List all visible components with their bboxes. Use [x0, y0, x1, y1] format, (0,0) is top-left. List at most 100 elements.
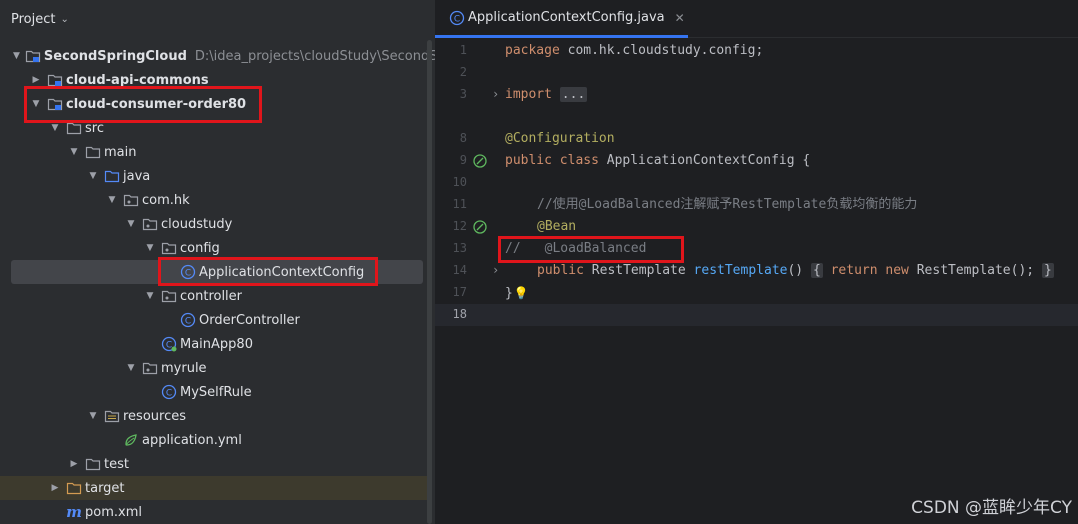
expand-arrow-icon[interactable]: ▼: [125, 363, 137, 373]
svg-text:C: C: [454, 14, 460, 24]
tree-item-label: cloudstudy: [161, 216, 233, 232]
watermark: CSDN @蓝眸少年CY: [911, 498, 1072, 518]
project-scrollbar[interactable]: [427, 40, 432, 524]
tree-item-pom-xml[interactable]: ▶ m pom.xml: [0, 500, 427, 524]
tab-applicationcontextconfig[interactable]: C ApplicationContextConfig.java ✕: [435, 0, 688, 38]
close-icon[interactable]: ✕: [675, 11, 685, 25]
tree-item-resources[interactable]: ▼ resources: [0, 404, 427, 428]
expand-arrow-icon[interactable]: ▶: [49, 483, 61, 493]
highlight-box-config-class: [158, 257, 378, 286]
code-line-12[interactable]: @Bean: [505, 216, 576, 238]
tree-item-target[interactable]: ▶ target: [0, 476, 427, 500]
tree-item-mainapp80[interactable]: ▶ C MainApp80: [0, 332, 427, 356]
gutter-line: 9: [435, 150, 500, 172]
tree-item-controller[interactable]: ▼ controller: [0, 284, 427, 308]
resources-folder-icon: [104, 408, 120, 424]
tree-item-label: config: [180, 240, 220, 256]
maven-icon: m: [66, 503, 82, 521]
project-path: D:\idea_projects\cloudStudy\SecondSpri: [194, 48, 435, 64]
tree-item-label: main: [104, 144, 137, 160]
expand-arrow-icon[interactable]: ▼: [87, 411, 99, 421]
expand-arrow-icon[interactable]: ▼: [144, 291, 156, 301]
class-icon: C: [161, 384, 177, 400]
code-line-9[interactable]: public class ApplicationContextConfig {: [505, 150, 810, 172]
module-folder-icon: [25, 48, 41, 64]
svg-text:C: C: [166, 341, 172, 351]
gutter-line: 18: [452, 307, 467, 321]
tree-item-secondspringcloud[interactable]: ▼ SecondSpringCloud D:\idea_projects\clo…: [0, 44, 435, 68]
expand-arrow-icon[interactable]: ▼: [13, 51, 20, 61]
tree-item-label: target: [85, 480, 125, 496]
tree-item-label: pom.xml: [85, 504, 142, 520]
class-icon: C: [180, 312, 196, 328]
fold-arrow-icon[interactable]: ›: [492, 87, 499, 101]
code-line-11[interactable]: //使用@LoadBalanced注解赋予RestTemplate负载均衡的能力: [505, 194, 917, 216]
editor-tab-bar: C ApplicationContextConfig.java ✕: [435, 0, 1078, 38]
expand-arrow-icon[interactable]: ▼: [68, 147, 80, 157]
package-icon: [142, 360, 158, 376]
spring-boot-class-icon: C: [161, 336, 177, 352]
gutter-line: 13: [452, 241, 467, 255]
tree-item-cloudstudy[interactable]: ▼ cloudstudy: [0, 212, 427, 236]
svg-text:C: C: [166, 389, 172, 399]
package-icon: [161, 240, 177, 256]
tree-item-java[interactable]: ▼ java: [0, 164, 427, 188]
tree-item-label: com.hk: [142, 192, 190, 208]
expand-arrow-icon[interactable]: ▼: [106, 195, 118, 205]
tree-item-label: MySelfRule: [180, 384, 252, 400]
expand-arrow-icon[interactable]: ▶: [68, 459, 80, 469]
package-icon: [123, 192, 139, 208]
tree-item-ordercontroller[interactable]: ▶ C OrderController: [0, 308, 427, 332]
excluded-folder-icon: [66, 480, 82, 496]
project-panel-header[interactable]: Project ⌄: [11, 9, 69, 29]
package-icon: [142, 216, 158, 232]
tree-item-label: OrderController: [199, 312, 300, 328]
gutter-line: 2: [459, 65, 467, 79]
highlight-box-module: [24, 86, 262, 123]
code-line-3[interactable]: import ...: [505, 84, 588, 106]
project-panel-title: Project: [11, 11, 56, 27]
chevron-down-icon[interactable]: ⌄: [60, 14, 68, 25]
code-line-1[interactable]: package com.hk.cloudstudy.config;: [505, 40, 763, 62]
class-icon: C: [449, 10, 465, 26]
tree-item-myselfrule[interactable]: ▶ C MySelfRule: [0, 380, 427, 404]
spring-bean-gutter-icon[interactable]: [472, 153, 488, 172]
folded-imports[interactable]: ...: [559, 87, 588, 102]
tree-item-main[interactable]: ▼ main: [0, 140, 427, 164]
spring-config-file-icon: [123, 432, 139, 448]
fold-arrow-icon[interactable]: ›: [492, 263, 499, 277]
tab-label: ApplicationContextConfig.java: [468, 10, 665, 25]
tree-item-label: java: [123, 168, 151, 184]
expand-arrow-icon[interactable]: ▼: [125, 219, 137, 229]
tree-item-com-hk[interactable]: ▼ com.hk: [0, 188, 427, 212]
lightbulb-icon[interactable]: 💡: [514, 286, 529, 300]
current-line-highlight: [435, 304, 1078, 326]
tree-item-label: myrule: [161, 360, 207, 376]
gutter-line: 3 ›: [459, 87, 500, 101]
tree-item-label: resources: [123, 408, 187, 424]
expand-arrow-icon[interactable]: ▼: [49, 123, 61, 133]
folder-icon: [85, 456, 101, 472]
gutter-line: 11: [452, 197, 467, 211]
code-line-8[interactable]: @Configuration: [505, 128, 615, 150]
source-folder-icon: [104, 168, 120, 184]
code-line-17[interactable]: }💡: [505, 282, 529, 304]
package-icon: [161, 288, 177, 304]
gutter-line: 12: [435, 216, 500, 238]
tree-item-myrule[interactable]: ▼ myrule: [0, 356, 427, 380]
tree-item-label: MainApp80: [180, 336, 253, 352]
expand-arrow-icon[interactable]: ▼: [87, 171, 99, 181]
expand-arrow-icon[interactable]: ▼: [144, 243, 156, 253]
code-line-14[interactable]: public RestTemplate restTemplate() { ret…: [505, 260, 1054, 282]
tree-item-application-yml[interactable]: ▶ application.yml: [0, 428, 427, 452]
expand-arrow-icon[interactable]: ▶: [30, 75, 42, 85]
gutter-line: 17: [452, 285, 467, 299]
tree-item-label: test: [104, 456, 129, 472]
svg-text:C: C: [185, 317, 191, 327]
gutter-line: 1: [459, 43, 467, 57]
highlight-box-loadbalanced: [498, 236, 684, 263]
tree-item-label: application.yml: [142, 432, 242, 448]
folder-icon: [85, 144, 101, 160]
tree-item-test[interactable]: ▶ test: [0, 452, 427, 476]
spring-bean-gutter-icon[interactable]: [472, 219, 488, 238]
